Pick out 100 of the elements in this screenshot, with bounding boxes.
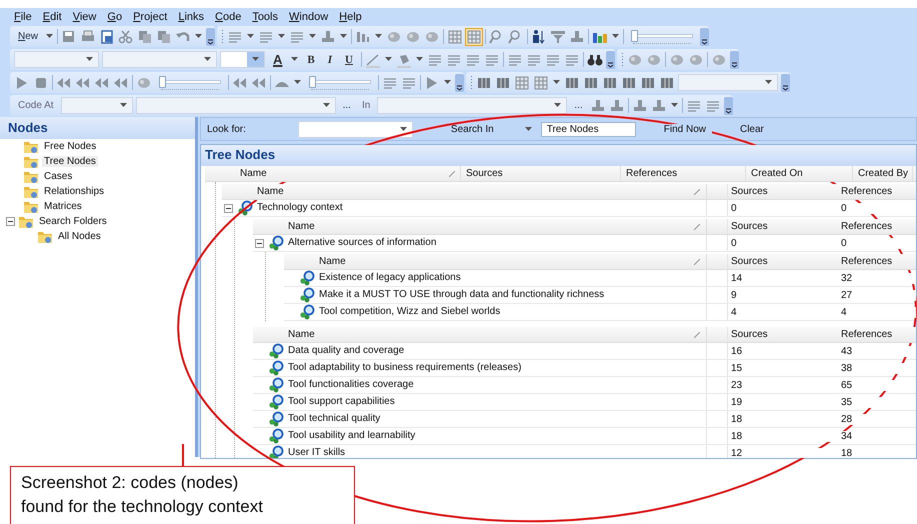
slider[interactable] (159, 76, 221, 90)
caret-icon[interactable] (46, 34, 54, 39)
menu-item[interactable]: Go (107, 10, 122, 22)
column-header[interactable]: Name (235, 166, 461, 181)
overflow-chevron-icon[interactable] (206, 28, 216, 46)
caret-icon[interactable] (278, 34, 286, 39)
italic-button[interactable]: I (322, 54, 338, 66)
scissors-icon[interactable] (118, 28, 134, 44)
column-header[interactable]: Name (285, 219, 707, 234)
caret-icon[interactable] (340, 34, 348, 39)
column-header[interactable]: Created On (746, 166, 853, 181)
column-header[interactable]: Created By (853, 166, 913, 181)
stamp-icon[interactable] (569, 28, 586, 44)
caret-icon[interactable] (416, 57, 423, 62)
column-header[interactable]: References (621, 166, 746, 181)
menu-item[interactable]: View (72, 10, 96, 22)
dropdown-field[interactable] (60, 97, 133, 114)
caret-icon[interactable] (400, 126, 407, 132)
caret-icon[interactable] (375, 34, 382, 39)
column-header[interactable]: Name (316, 254, 707, 269)
page-icon[interactable] (99, 28, 116, 44)
column-header[interactable]: Sources (728, 219, 838, 234)
caret-icon[interactable] (120, 103, 127, 108)
underline-button[interactable]: U (340, 54, 358, 66)
stamp-icon[interactable] (608, 98, 625, 114)
sidebar-item[interactable]: Matrices (42, 201, 84, 212)
column-header[interactable]: Sources (728, 327, 838, 342)
dropdown-field[interactable] (678, 74, 778, 91)
collapse-toggle-icon[interactable] (224, 204, 233, 212)
caret-icon[interactable] (322, 103, 330, 108)
toolbar-grip-icon[interactable] (470, 74, 473, 90)
menu-item[interactable]: Edit (42, 10, 62, 22)
column-header[interactable]: Sources (461, 166, 621, 181)
overflow-chevron-icon[interactable] (781, 74, 790, 92)
menu-item[interactable]: Tools (252, 10, 278, 22)
overflow-chevron-icon[interactable] (730, 50, 739, 68)
caret-icon[interactable] (524, 126, 532, 132)
caret-icon[interactable] (670, 103, 678, 108)
stamp-icon[interactable] (320, 28, 336, 44)
ellipsis-button[interactable]: ... (570, 100, 587, 111)
new-button[interactable]: New (14, 31, 42, 42)
sidebar-item[interactable]: All Nodes (56, 231, 103, 242)
sidebar-item[interactable]: Free Nodes (42, 141, 98, 152)
column-header[interactable]: Sources (728, 254, 838, 269)
menu-item[interactable]: File (14, 10, 32, 22)
column-header[interactable]: References (838, 327, 916, 342)
column-header[interactable]: Sources (728, 184, 838, 199)
dropdown-field[interactable] (102, 51, 217, 68)
stamp-icon[interactable] (590, 98, 606, 114)
dropdown-field[interactable] (136, 97, 336, 114)
slider-thumb[interactable] (309, 76, 316, 88)
column-header[interactable]: References (838, 254, 916, 269)
slider-thumb[interactable] (631, 30, 638, 42)
grid-icon[interactable] (447, 28, 464, 44)
grid-icon[interactable] (533, 74, 549, 90)
slider[interactable] (309, 76, 371, 90)
column-header[interactable]: Name (254, 184, 707, 199)
column-header[interactable]: References (838, 184, 916, 199)
look-for-field[interactable] (298, 120, 413, 138)
caret-icon[interactable] (553, 80, 560, 85)
sidebar-item[interactable]: Tree Nodes (42, 156, 98, 167)
bold-button[interactable]: B (302, 54, 320, 66)
collapse-toggle-icon[interactable] (255, 238, 264, 248)
caret-icon[interactable] (612, 34, 620, 39)
dropdown-field[interactable] (220, 51, 265, 68)
font-color-button[interactable]: A (268, 52, 288, 67)
caret-icon[interactable] (86, 57, 93, 62)
column-header[interactable]: Name (285, 327, 707, 342)
menu-item[interactable]: Window (289, 10, 328, 22)
dropdown-field[interactable] (14, 51, 99, 68)
ellipsis-button[interactable]: ... (338, 100, 355, 111)
column-header[interactable]: References (838, 219, 916, 234)
caret-icon[interactable] (554, 103, 562, 108)
overflow-chevron-icon[interactable] (455, 74, 464, 92)
stamp-icon[interactable] (632, 98, 648, 114)
caret-icon[interactable] (444, 80, 451, 85)
menu-item[interactable]: Links (178, 10, 204, 22)
caret-icon[interactable] (384, 57, 392, 62)
collapse-toggle-icon[interactable] (6, 217, 15, 226)
slider[interactable] (631, 30, 694, 44)
sidebar-item[interactable]: Cases (42, 171, 74, 182)
search-in-field[interactable]: Tree Nodes (540, 122, 636, 136)
toolbar-grip-icon[interactable] (221, 28, 224, 44)
caret-icon[interactable] (309, 34, 316, 39)
sort-icon[interactable] (531, 28, 548, 44)
pen-line-icon[interactable] (364, 52, 381, 68)
sidebar-item[interactable]: Search Folders (37, 216, 109, 227)
caret-icon[interactable] (204, 57, 211, 62)
grid-icon[interactable] (466, 28, 482, 44)
dropdown-field[interactable] (377, 97, 568, 114)
caret-icon[interactable] (252, 57, 259, 62)
grid-icon[interactable] (514, 74, 530, 90)
overflow-chevron-icon[interactable] (724, 96, 733, 114)
overflow-chevron-icon[interactable] (700, 28, 710, 46)
menu-item[interactable]: Project (133, 10, 168, 22)
caret-icon[interactable] (247, 34, 254, 39)
menu-item[interactable]: Help (339, 10, 362, 22)
caret-icon[interactable] (195, 34, 202, 39)
stamp-icon[interactable] (650, 98, 667, 114)
overflow-chevron-icon[interactable] (606, 50, 615, 68)
